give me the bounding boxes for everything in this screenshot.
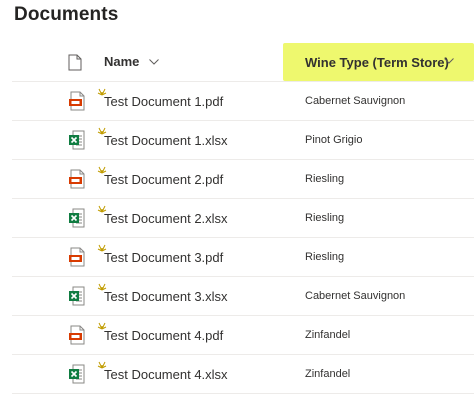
chevron-down-icon [149,59,159,65]
wine-type-value: Riesling [305,251,345,263]
document-name-link[interactable]: Test Document 2.xlsx [104,211,228,226]
table-row[interactable]: Test Document 2.xlsx Riesling [12,199,474,238]
excel-file-icon [69,208,85,228]
document-icon[interactable] [68,54,82,71]
wine-type-value: Riesling [305,212,345,224]
wine-type-value: Zinfandel [305,329,351,341]
wine-type-value: Pinot Grigio [305,134,363,146]
chevron-down-icon [444,58,454,64]
table-row[interactable]: Test Document 3.xlsx Cabernet Sauvignon [12,277,474,316]
wine-type-value: Cabernet Sauvignon [305,290,406,302]
wine-type-value: Zinfandel [305,368,351,380]
document-name-link[interactable]: Test Document 4.pdf [104,328,223,343]
pdf-file-icon [69,169,85,189]
column-header-name[interactable]: Name [104,54,159,69]
excel-file-icon [69,364,85,384]
table-row[interactable]: Test Document 3.pdf Riesling [12,238,474,277]
table-row[interactable]: Test Document 1.xlsx Pinot Grigio [12,121,474,160]
excel-file-icon [69,286,85,306]
pdf-file-icon [69,325,85,345]
table-row[interactable]: Test Document 4.pdf Zinfandel [12,316,474,355]
column-header-wine-type-label: Wine Type (Term Store) [305,55,449,70]
document-name-link[interactable]: Test Document 1.pdf [104,94,223,109]
column-header-wine-type[interactable]: Wine Type (Term Store) [283,43,474,81]
page-title: Documents [14,4,119,25]
wine-type-value: Cabernet Sauvignon [305,95,406,107]
pdf-file-icon [69,247,85,267]
table-row[interactable]: Test Document 2.pdf Riesling [12,160,474,199]
table-row[interactable]: Test Document 4.xlsx Zinfandel [12,355,474,394]
document-name-link[interactable]: Test Document 4.xlsx [104,367,228,382]
pdf-file-icon [69,91,85,111]
column-header-name-label: Name [104,54,140,69]
list-header: Name Wine Type (Term Store) [12,43,474,82]
excel-file-icon [69,130,85,150]
document-name-link[interactable]: Test Document 3.pdf [104,250,223,265]
wine-type-value: Riesling [305,173,345,185]
document-name-link[interactable]: Test Document 3.xlsx [104,289,228,304]
table-row[interactable]: Test Document 1.pdf Cabernet Sauvignon [12,82,474,121]
document-name-link[interactable]: Test Document 1.xlsx [104,133,228,148]
document-name-link[interactable]: Test Document 2.pdf [104,172,223,187]
